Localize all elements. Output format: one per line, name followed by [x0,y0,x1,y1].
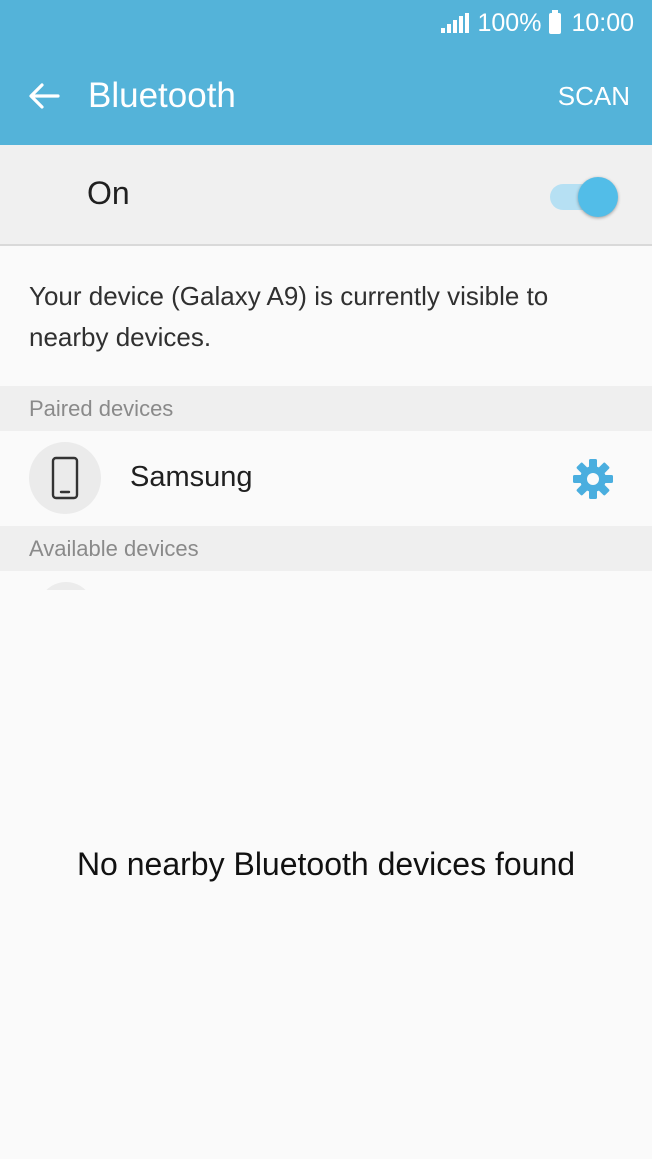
available-devices-header: Available devices [0,526,652,571]
loading-placeholder [38,582,94,590]
toggle-label: On [87,175,130,211]
arrow-left-icon [29,83,60,109]
scan-button[interactable]: SCAN [558,78,630,114]
paired-devices-label: Paired devices [29,396,174,421]
status-bar: 100% 10:00 [441,6,634,40]
phone-icon [51,456,79,500]
switch-thumb [578,177,618,217]
paired-devices-header: Paired devices [0,386,652,431]
available-devices-label: Available devices [29,536,199,561]
app-bar: 100% 10:00 Bluetooth SCAN [0,0,652,145]
paired-device-row[interactable]: Samsung [0,431,652,526]
device-settings-button[interactable] [570,456,616,502]
page-title: Bluetooth [88,76,236,115]
empty-state-message: No nearby Bluetooth devices found [76,846,576,882]
back-button[interactable] [20,72,68,120]
clock: 10:00 [571,8,634,37]
visibility-message: Your device (Galaxy A9) is currently vis… [29,281,549,352]
gear-icon [573,459,613,499]
signal-bars-icon [441,13,470,33]
bluetooth-switch[interactable] [550,177,620,217]
device-avatar [29,442,101,514]
battery-percent: 100% [477,8,542,37]
device-name: Samsung [130,461,253,493]
battery-full-icon [549,9,562,34]
